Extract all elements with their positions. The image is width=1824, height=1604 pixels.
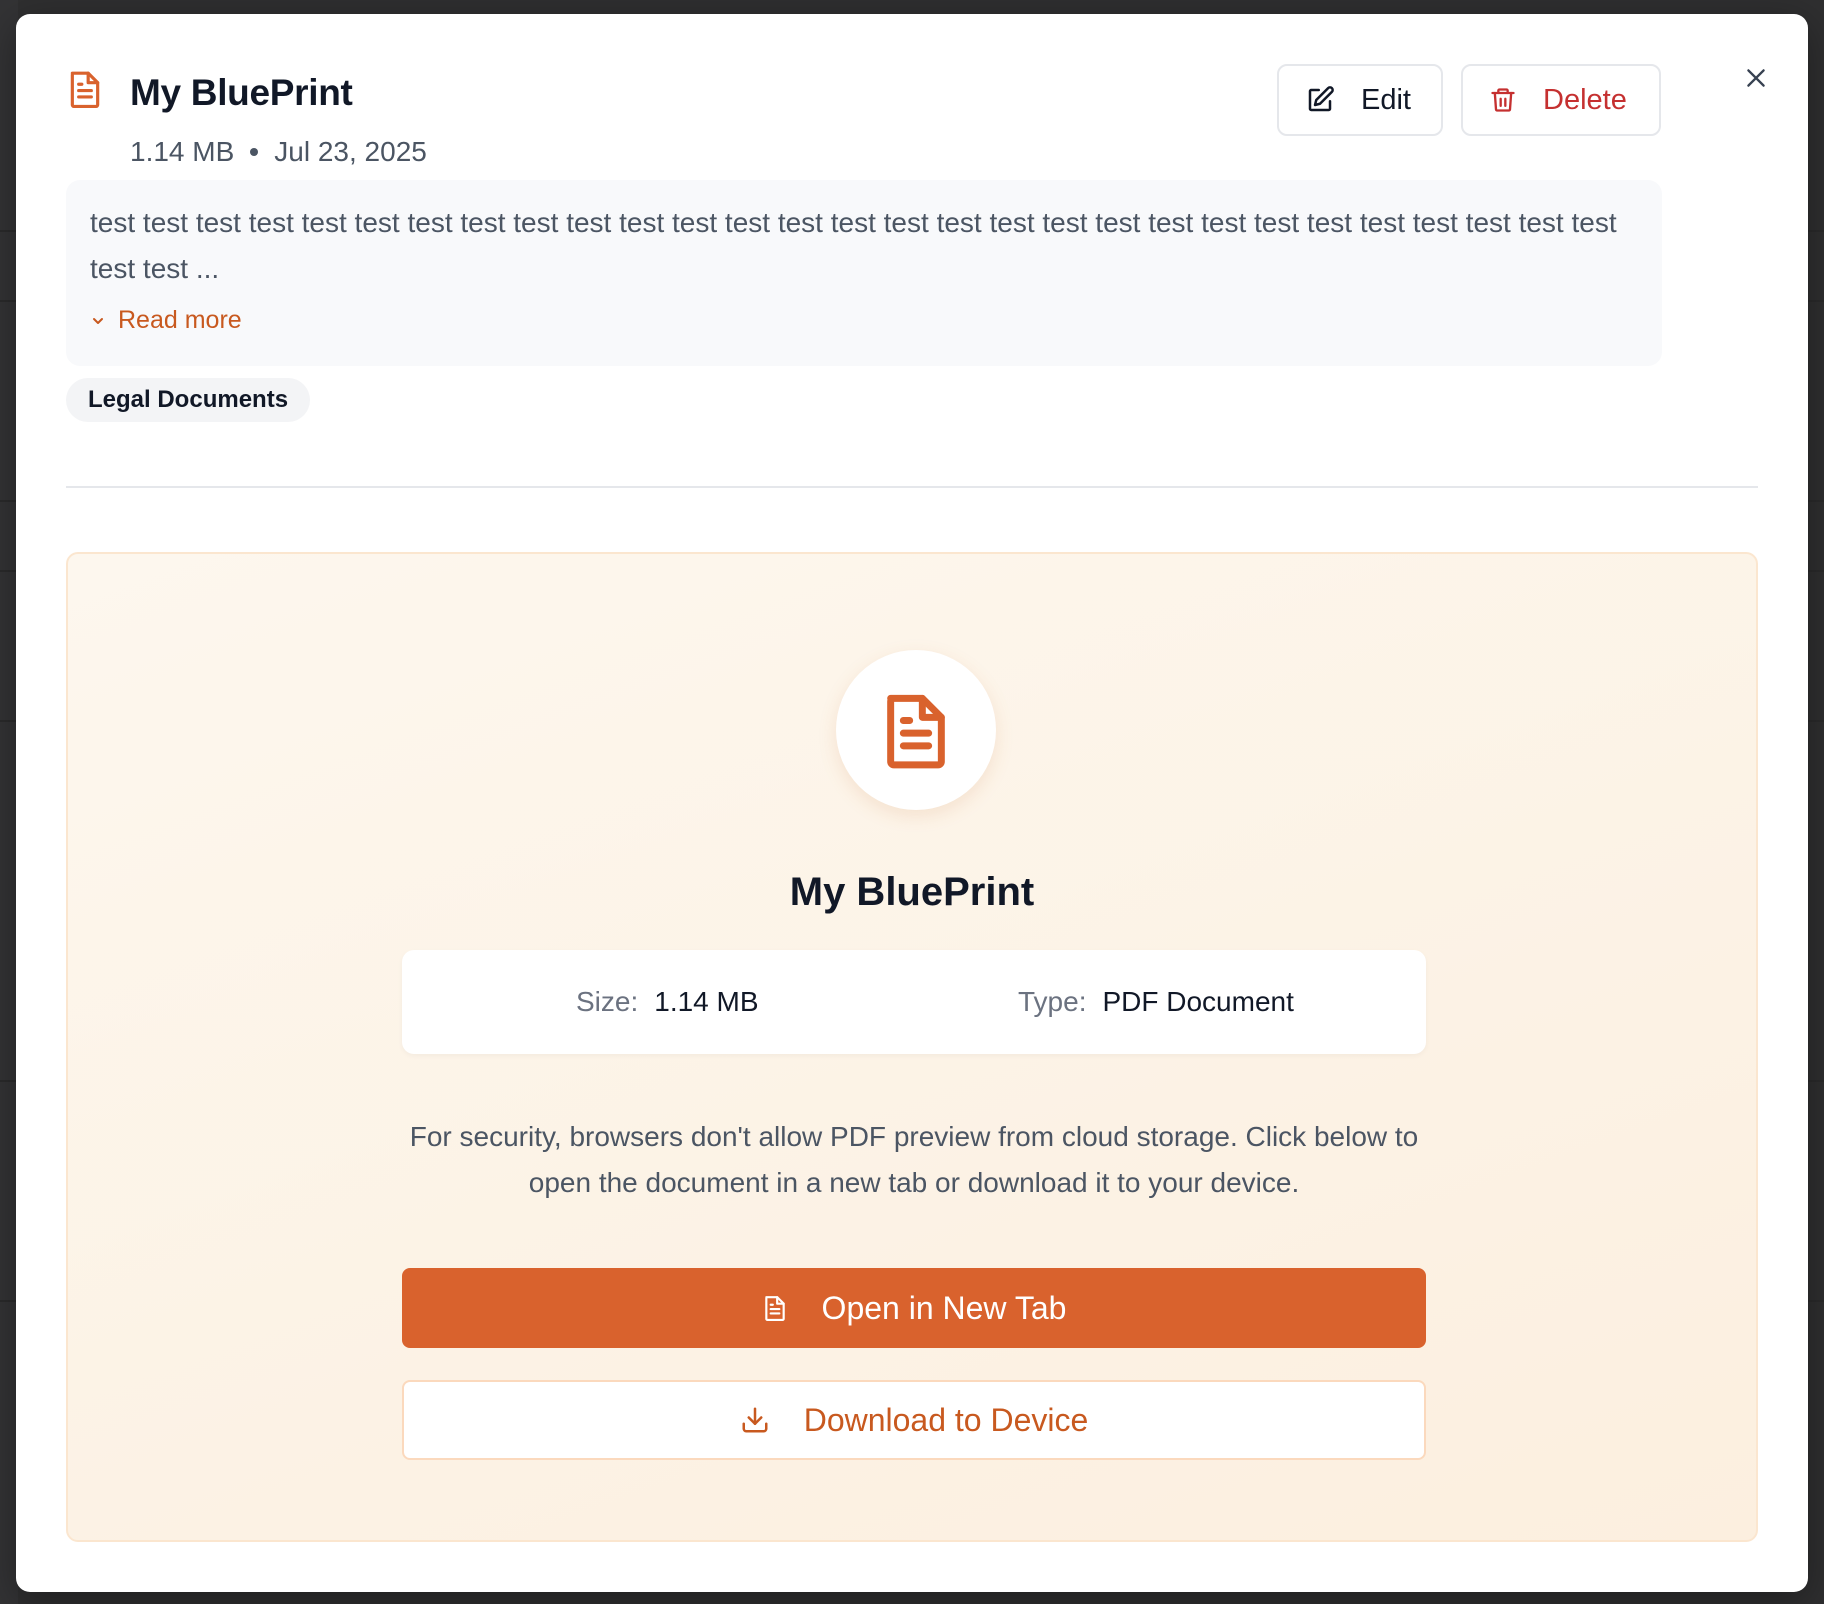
download-button[interactable]: Download to Device <box>402 1380 1426 1460</box>
description-text: test test test test test test test test … <box>90 207 1617 284</box>
meta-separator <box>250 148 259 156</box>
delete-label: Delete <box>1543 83 1627 116</box>
file-text-icon <box>764 1296 785 1321</box>
file-text-icon <box>887 694 945 769</box>
open-label: Open in New Tab <box>821 1289 1067 1326</box>
description-box: test test test test test test test test … <box>66 180 1662 366</box>
download-icon <box>742 1407 768 1433</box>
edit-button[interactable]: Edit <box>1277 64 1443 136</box>
edit-label: Edit <box>1361 83 1411 116</box>
read-more-link[interactable]: Read more <box>90 306 1638 335</box>
read-more-label: Read more <box>118 306 242 334</box>
file-text-icon <box>66 68 104 115</box>
type-value: PDF Document <box>1102 986 1294 1017</box>
document-title: My BluePrint <box>130 72 353 113</box>
document-detail-modal: My BluePrint 1.14 MB Jul 23, 2025 Edit D… <box>16 14 1808 1592</box>
preview-panel: My BluePrint Size: 1.14 MB Type: PDF Doc… <box>66 552 1758 1542</box>
close-button[interactable] <box>1736 58 1776 98</box>
document-size: 1.14 MB <box>130 136 235 167</box>
section-divider <box>66 486 1758 488</box>
trash-icon <box>1491 88 1515 112</box>
category-tag[interactable]: Legal Documents <box>66 378 311 422</box>
type-label: Type: <box>1018 986 1087 1017</box>
file-size-info: Size: 1.14 MB <box>576 950 759 1054</box>
document-date: Jul 23, 2025 <box>274 136 427 167</box>
open-in-new-tab-button[interactable]: Open in New Tab <box>402 1268 1426 1348</box>
document-meta: 1.14 MB Jul 23, 2025 <box>130 136 427 168</box>
size-value: 1.14 MB <box>654 986 759 1017</box>
preview-title: My BluePrint <box>789 870 1035 914</box>
security-note: For security, browsers don't allow PDF p… <box>409 1121 1419 1198</box>
preview-icon-circle <box>836 650 996 810</box>
download-label: Download to Device <box>803 1401 1089 1438</box>
size-label: Size: <box>576 986 639 1017</box>
delete-button[interactable]: Delete <box>1461 64 1661 136</box>
file-type-info: Type: PDF Document <box>1018 950 1294 1054</box>
close-icon <box>1747 69 1765 87</box>
chevron-down-icon <box>93 317 103 324</box>
file-info-card: Size: 1.14 MB Type: PDF Document <box>402 950 1426 1054</box>
edit-icon <box>1308 86 1334 112</box>
